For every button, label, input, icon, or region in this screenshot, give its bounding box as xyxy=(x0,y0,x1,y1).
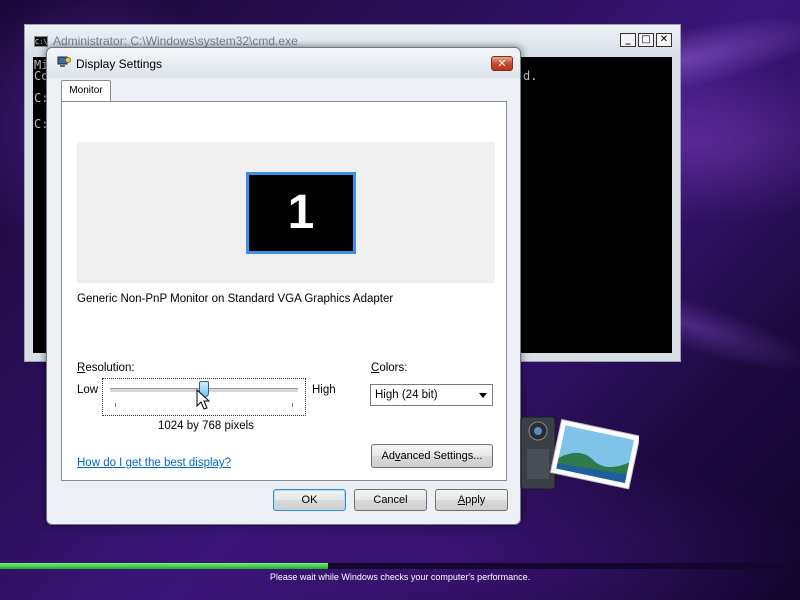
status-message: Please wait while Windows checks your co… xyxy=(269,572,531,582)
advanced-settings-button[interactable]: Advanced Settings... xyxy=(371,444,493,468)
resolution-high-label: High xyxy=(312,384,336,396)
resolution-value: 1024 by 768 pixels xyxy=(158,420,254,432)
display-settings-icon xyxy=(57,56,71,67)
slider-tick xyxy=(115,403,116,407)
tab-monitor[interactable]: Monitor xyxy=(61,80,111,102)
colors-selected-value: High (24 bit) xyxy=(375,389,438,401)
resolution-label: Resolution: xyxy=(77,362,135,374)
ok-button[interactable]: OK xyxy=(273,489,346,511)
performance-progress-bar xyxy=(0,563,800,569)
colors-label: Colors: xyxy=(371,362,408,374)
mouse-cursor-icon xyxy=(196,389,211,410)
monitor-tab-panel: 1 Generic Non-PnP Monitor on Standard VG… xyxy=(61,101,507,481)
close-button[interactable]: ✕ xyxy=(491,56,513,71)
close-button[interactable]: ✕ xyxy=(656,33,672,47)
monitor-1-tile[interactable]: 1 xyxy=(246,172,356,254)
chevron-down-icon xyxy=(479,393,487,398)
monitor-description: Generic Non-PnP Monitor on Standard VGA … xyxy=(77,293,394,305)
slider-tick xyxy=(292,403,293,407)
progress-fill xyxy=(0,563,328,569)
apply-button[interactable]: Apply xyxy=(435,489,508,511)
console-line: d. xyxy=(523,69,538,83)
cmd-title: Administrator: C:\Windows\system32\cmd.e… xyxy=(53,34,298,48)
monitor-preview-area: 1 xyxy=(77,142,495,283)
colors-select[interactable]: High (24 bit) xyxy=(370,384,493,406)
maximize-button[interactable]: □ xyxy=(638,33,654,47)
dialog-title-bar[interactable]: Display Settings ✕ xyxy=(47,48,520,78)
media-center-icon xyxy=(520,416,639,490)
best-display-help-link[interactable]: How do I get the best display? xyxy=(77,457,231,469)
minimize-button[interactable]: _ xyxy=(620,33,636,47)
dialog-title: Display Settings xyxy=(76,57,163,71)
cancel-button[interactable]: Cancel xyxy=(354,489,427,511)
console-icon: C:\ xyxy=(34,36,48,47)
display-settings-dialog[interactable]: Display Settings ✕ Monitor 1 Generic Non… xyxy=(46,47,521,525)
resolution-low-label: Low xyxy=(77,384,99,396)
